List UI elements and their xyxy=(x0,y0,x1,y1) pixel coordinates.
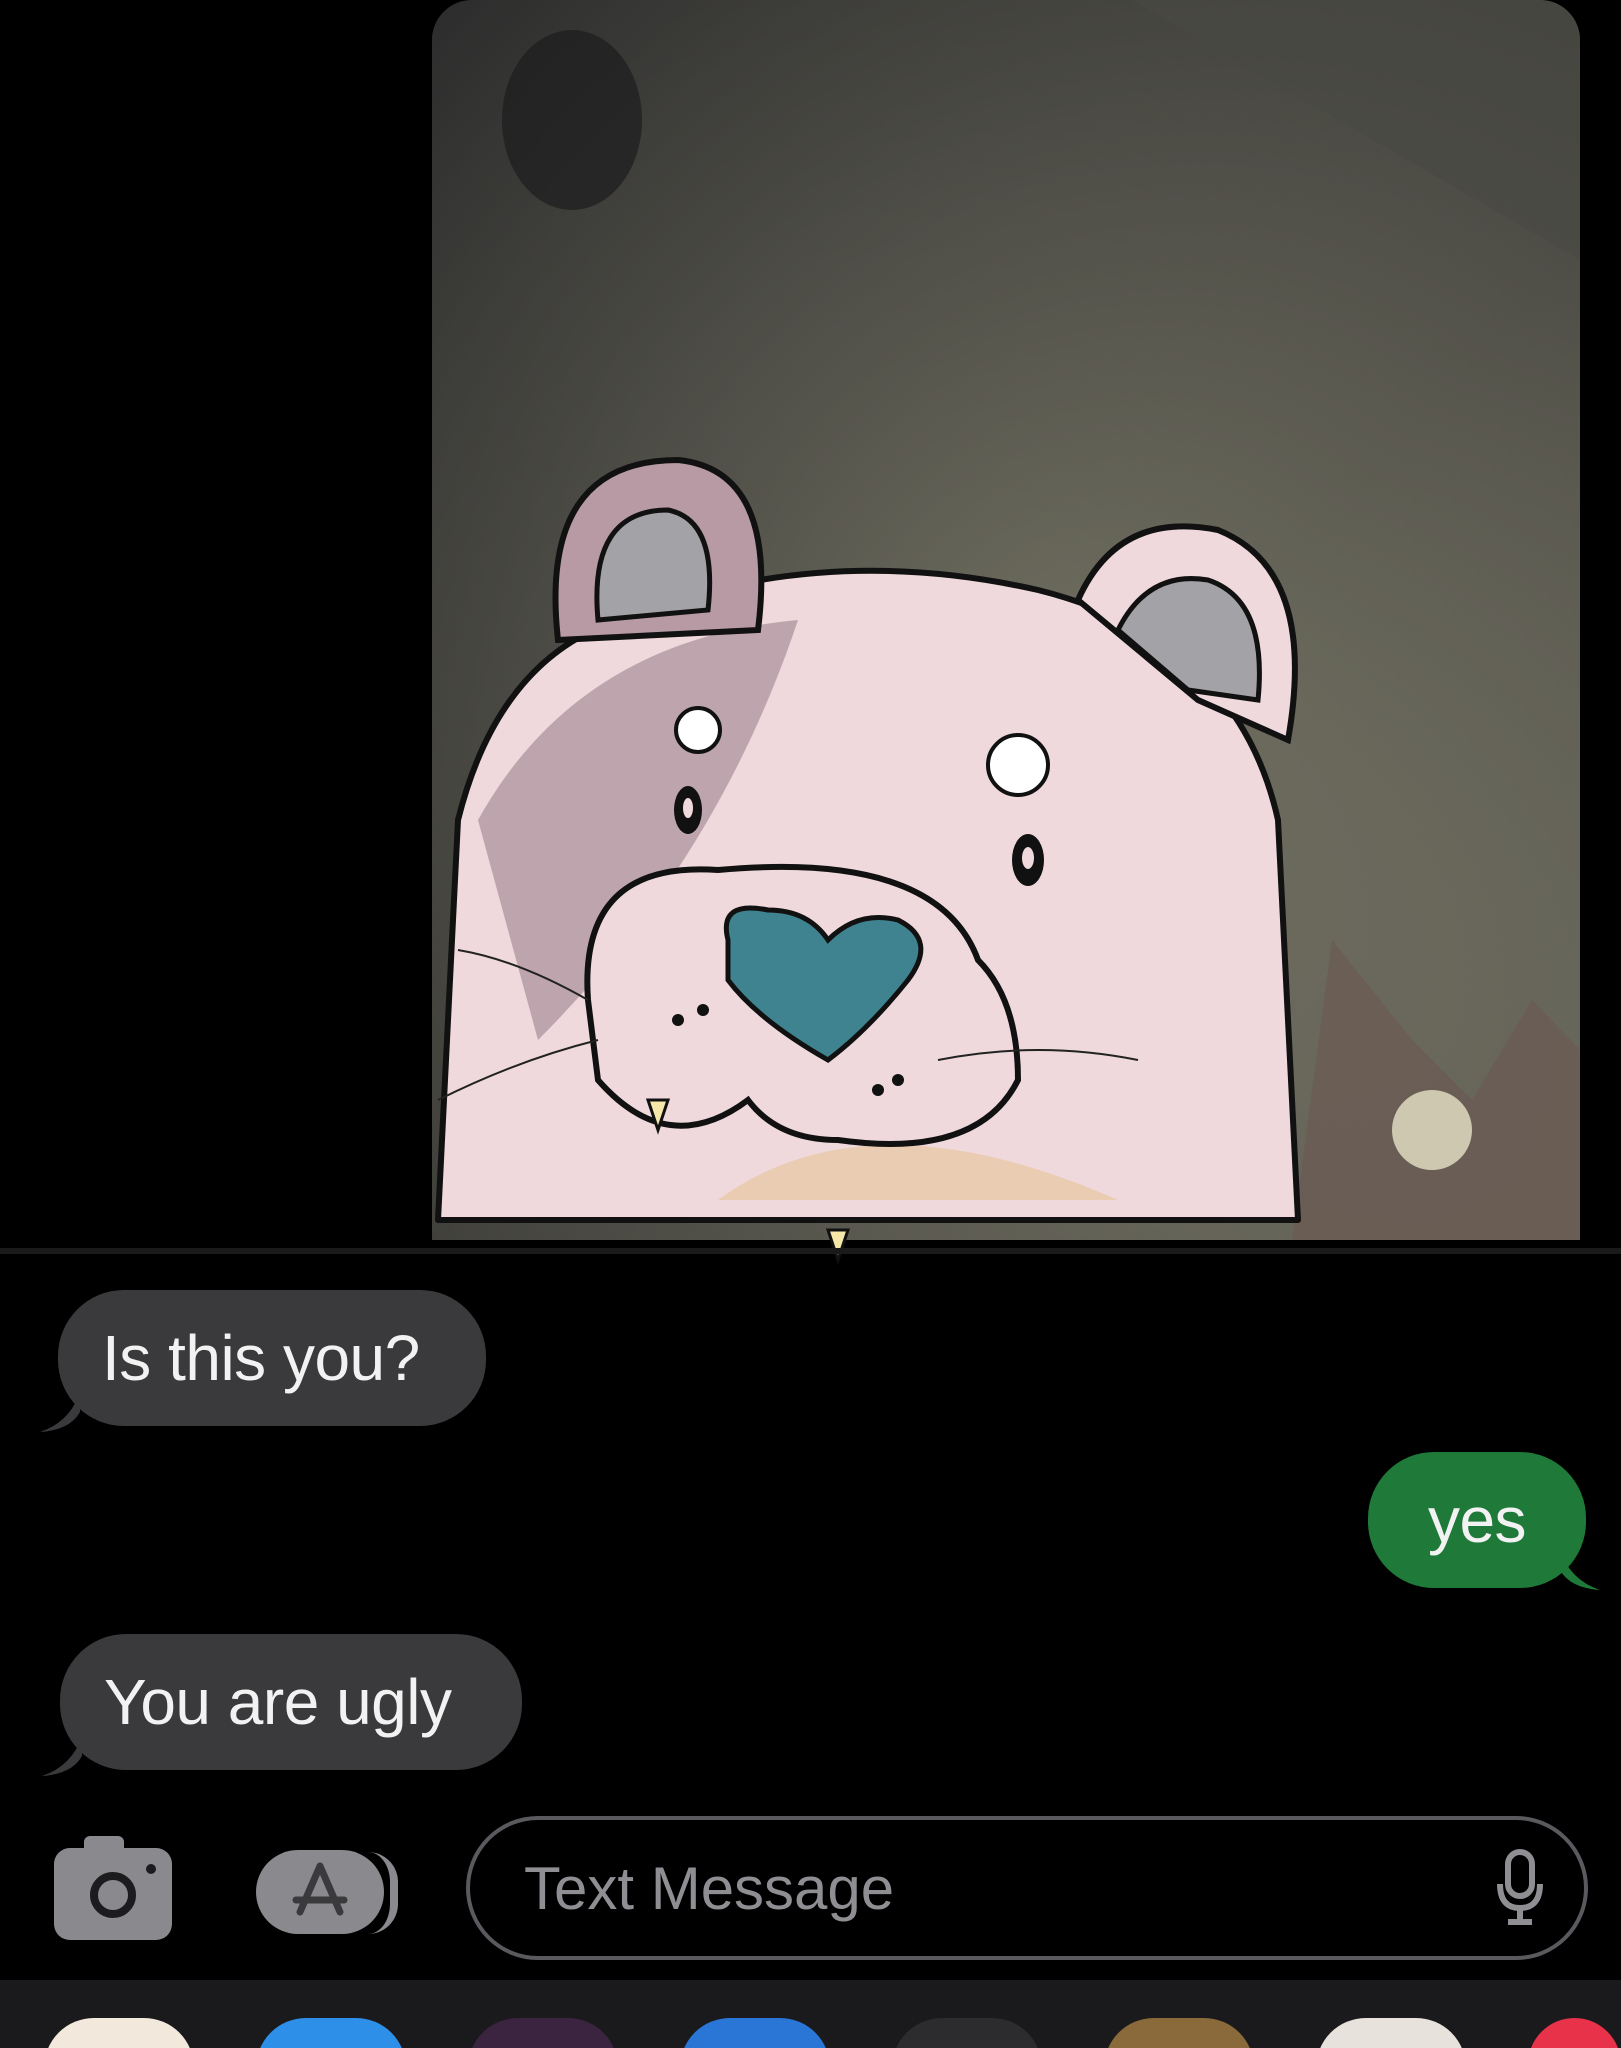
message-input[interactable]: Text Message xyxy=(466,1816,1588,1960)
bubble-tail xyxy=(1560,1550,1600,1590)
photo-message[interactable] xyxy=(432,0,1580,1240)
app-store-icon xyxy=(292,1862,348,1916)
divider xyxy=(0,1248,1621,1254)
photo-image xyxy=(432,0,1580,1240)
camera-icon xyxy=(84,1836,124,1852)
message-text: You are ugly xyxy=(104,1666,452,1738)
message-input-placeholder: Text Message xyxy=(524,1854,895,1922)
camera-button[interactable] xyxy=(54,1836,172,1940)
received-message[interactable]: Is this you? xyxy=(58,1290,486,1426)
bubble-tail xyxy=(42,1736,82,1776)
bubble-tail xyxy=(40,1392,80,1432)
microphone-icon[interactable] xyxy=(1494,1848,1546,1928)
app-store-button[interactable] xyxy=(256,1850,384,1934)
apps-edge xyxy=(368,1852,398,1934)
received-message[interactable]: You are ugly xyxy=(60,1634,522,1770)
messages-screen: Is this you? yes You are ugly Text Messa… xyxy=(0,0,1621,2048)
message-text: Is this you? xyxy=(102,1322,420,1394)
sent-message[interactable]: yes xyxy=(1368,1452,1586,1588)
message-text: yes xyxy=(1427,1484,1527,1556)
